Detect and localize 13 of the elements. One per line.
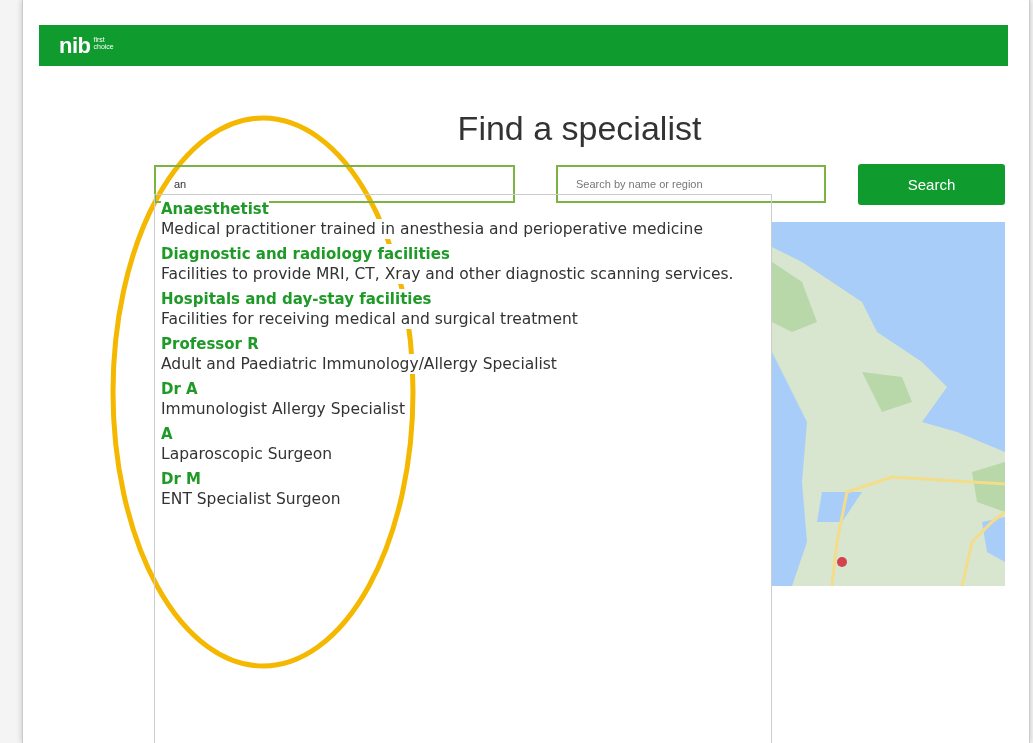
suggestion-description: Adult and Paediatric Immunology/Allergy Specialist	[161, 354, 557, 374]
suggestion-description: Laparoscopic Surgeon	[161, 444, 333, 464]
page-title: Find a specialist	[457, 110, 702, 146]
suggestion-description: Immunologist Allergy Specialist	[161, 399, 405, 419]
suggestion-title[interactable]: Hospitals and day-stay facilities	[161, 289, 432, 309]
suggestion-description: Facilities for receiving medical and surgical treatment	[161, 309, 578, 329]
suggestion-description: Medical practitioner trained in anesthesia and perioperative medicine	[161, 219, 703, 239]
suggestion-description: Facilities to provide MRI, CT, Xray and other diagnostic scanning services.	[161, 264, 734, 284]
search-button[interactable]: Search	[858, 163, 1005, 205]
suggestion-description: ENT Specialist Surgeon	[161, 489, 341, 509]
region-search-field[interactable]: Search by name or region	[556, 165, 826, 203]
suggestion-title[interactable]: Diagnostic and radiology facilities	[161, 244, 450, 264]
logo[interactable]: nib	[59, 34, 91, 57]
